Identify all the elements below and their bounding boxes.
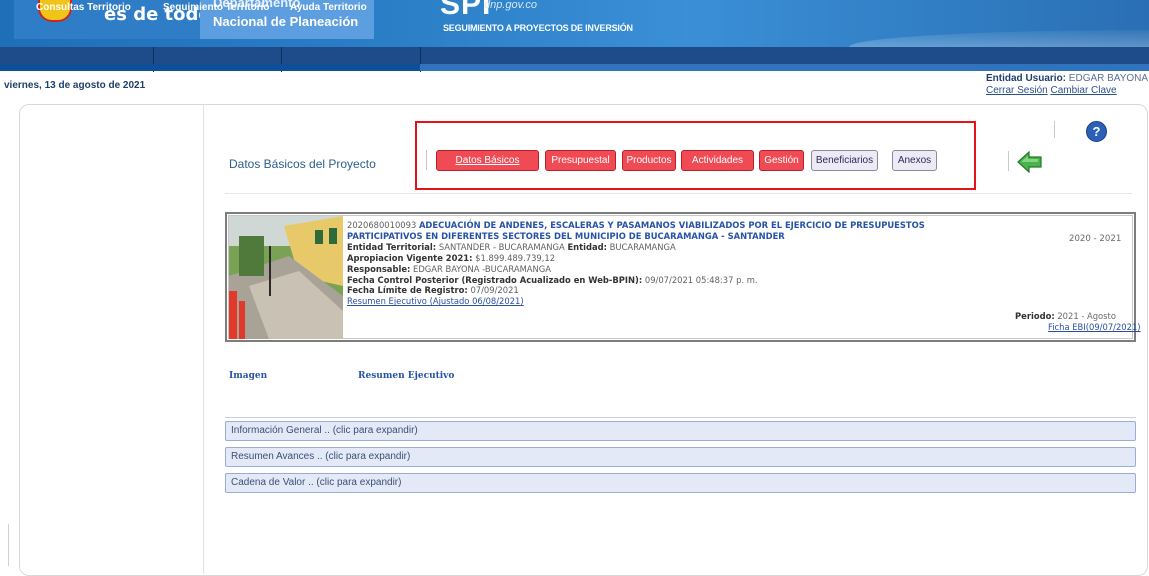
apropiacion-value: $1.899.489.739,12	[475, 252, 556, 263]
entidad-label: Entidad:	[567, 241, 607, 252]
resumen-ejecutivo-link[interactable]: Resumen Ejecutivo (Ajustado 06/08/2021)	[347, 296, 524, 306]
tab-anexos[interactable]: Anexos	[892, 150, 937, 171]
current-date: viernes, 13 de agosto de 2021	[4, 80, 146, 91]
tab-datos-basicos[interactable]: Datos Básicos	[436, 150, 539, 171]
fecha-control-line: Fecha Control Posterior (Registrado Acua…	[347, 275, 947, 286]
spi-url: dnp.gov.co	[484, 0, 538, 11]
periodo: Periodo: 2021 - Agosto	[1015, 311, 1116, 321]
fecha-limite-label: Fecha Límite de Registro:	[347, 285, 468, 296]
divider	[225, 193, 1132, 194]
responsable-line: Responsable: EDGAR BAYONA -BUCARAMANGA	[347, 264, 947, 275]
divider	[225, 417, 1136, 418]
tab-productos[interactable]: Productos	[622, 150, 676, 171]
spi-subtitle: SEGUIMIENTO A PROYECTOS DE INVERSIÓN	[443, 23, 633, 33]
apropiacion-label: Apropiacion Vigente 2021:	[347, 252, 473, 263]
fecha-limite-line: Fecha Límite de Registro: 07/09/2021	[347, 285, 947, 296]
nav-consultas-territorio[interactable]: Consultas Territorio	[36, 2, 131, 13]
responsable-value: EDGAR BAYONA -BUCARAMANGA	[413, 263, 552, 274]
project-years: 2020 - 2021	[1069, 234, 1122, 244]
back-arrow-icon[interactable]	[1017, 151, 1043, 173]
imagen-label: Imagen	[229, 371, 268, 381]
responsable-label: Responsable:	[347, 263, 411, 274]
logout-link[interactable]: Cerrar Sesión	[986, 85, 1048, 96]
project-code: 2020680010093	[347, 220, 417, 230]
accordion-cadena-de-valor[interactable]: Cadena de Valor .. (clic para expandir)	[225, 473, 1136, 493]
left-column	[19, 104, 204, 574]
resumen-line: Resumen Ejecutivo (Ajustado 06/08/2021)	[347, 296, 947, 307]
periodo-value: 2021 - Agosto	[1057, 311, 1116, 321]
accordion-informacion-general[interactable]: Información General .. (clic para expand…	[225, 421, 1136, 441]
fecha-limite-value: 07/09/2021	[470, 285, 519, 296]
resumen-ejecutivo-label: Resumen Ejecutivo	[358, 371, 455, 381]
nav-ayuda-territorio[interactable]: Ayuda Territorio	[290, 2, 367, 13]
divider	[1054, 121, 1055, 138]
ficha-ebi-link[interactable]: Ficha EBI(09/07/2021)	[1048, 322, 1141, 332]
tab-presupuestal[interactable]: Presupuestal	[545, 150, 616, 171]
header-decoration	[849, 30, 1149, 47]
user-name: EDGAR BAYONA	[1068, 73, 1149, 84]
main-nav	[0, 47, 1149, 64]
divider	[8, 524, 9, 566]
help-icon[interactable]: ?	[1086, 121, 1107, 142]
divider	[426, 150, 427, 170]
divider	[1008, 151, 1009, 171]
nav-seguimiento-territorio[interactable]: Seguimiento Territorio	[163, 2, 270, 13]
project-details: 2020680010093 ADECUACIÓN DE ANDENES, ESC…	[347, 220, 947, 307]
user-links: Cerrar Sesión Cambiar Clave	[986, 85, 1117, 96]
tab-gestion[interactable]: Gestión	[759, 150, 804, 171]
fecha-control-label: Fecha Control Posterior (Registrado Acua…	[347, 274, 643, 285]
page-title: Datos Básicos del Proyecto	[229, 157, 376, 171]
tab-actividades[interactable]: Actividades	[681, 150, 754, 171]
fecha-control-value: 09/07/2021 05:48:37 p. m.	[644, 274, 758, 285]
project-title-line: 2020680010093 ADECUACIÓN DE ANDENES, ESC…	[347, 220, 947, 242]
project-title: ADECUACIÓN DE ANDENES, ESCALERAS Y PASAM…	[347, 220, 925, 241]
user-label: Entidad Usuario:	[986, 73, 1067, 84]
change-password-link[interactable]: Cambiar Clave	[1050, 85, 1116, 96]
entidad-value: BUCARAMANGA	[609, 241, 676, 252]
entidad-territorial-label: Entidad Territorial:	[347, 241, 437, 252]
nav-subbar	[0, 64, 420, 71]
apropiacion-line: Apropiacion Vigente 2021: $1.899.489.739…	[347, 253, 947, 264]
project-photo[interactable]	[229, 216, 343, 339]
accordion-resumen-avances[interactable]: Resumen Avances .. (clic para expandir)	[225, 447, 1136, 467]
nav-subbar	[420, 64, 1149, 71]
entidad-territorial-value: SANTANDER - BUCARAMANGA	[438, 241, 565, 252]
entidad-line: Entidad Territorial: SANTANDER - BUCARAM…	[347, 242, 947, 253]
periodo-label: Periodo:	[1015, 311, 1055, 321]
dnp-line2: Nacional de Planeación	[213, 14, 359, 29]
user-info: Entidad Usuario: EDGAR BAYONA	[986, 73, 1148, 84]
tab-beneficiarios[interactable]: Beneficiarios	[811, 150, 878, 171]
